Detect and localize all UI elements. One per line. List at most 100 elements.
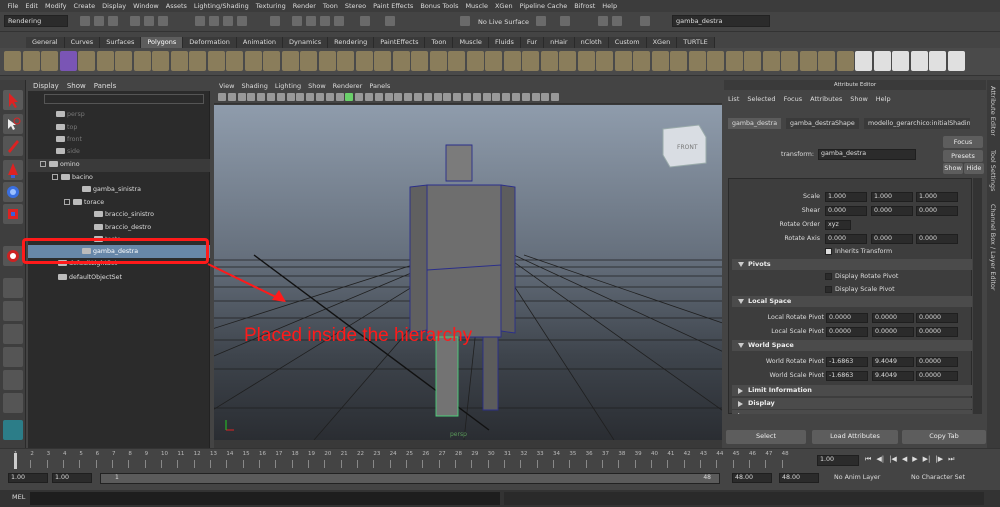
smooth-shade-icon[interactable] bbox=[355, 93, 364, 101]
ae-menu-focus[interactable]: Focus bbox=[784, 95, 803, 103]
ae-menu-list[interactable]: List bbox=[728, 95, 739, 103]
outliner-item-persp[interactable]: persp bbox=[56, 108, 85, 121]
ae-scrollbar[interactable] bbox=[973, 178, 982, 414]
hypershade-icon[interactable] bbox=[334, 16, 344, 26]
combine-icon[interactable] bbox=[226, 51, 243, 71]
anti-aliasing-icon[interactable] bbox=[414, 93, 422, 101]
frame-selected-icon[interactable] bbox=[502, 93, 511, 101]
extrude-icon[interactable] bbox=[466, 51, 484, 71]
safe-action-icon[interactable] bbox=[306, 93, 315, 101]
image-plane-icon[interactable] bbox=[247, 93, 256, 101]
outliner-item-side[interactable]: side bbox=[56, 145, 80, 158]
select-tool-icon[interactable] bbox=[3, 90, 23, 110]
menu-help[interactable]: Help bbox=[599, 2, 621, 10]
soccer-ball-icon[interactable] bbox=[189, 51, 206, 71]
automatic-mapping-icon[interactable] bbox=[725, 51, 743, 71]
display-scale-pivot-checkbox[interactable] bbox=[825, 286, 832, 293]
menu-pipeline-cache[interactable]: Pipeline Cache bbox=[516, 2, 571, 10]
menu-bonus-tools[interactable]: Bonus Tools bbox=[417, 2, 462, 10]
playback-start-field[interactable]: 1.00 bbox=[52, 473, 92, 483]
bridge-icon[interactable] bbox=[485, 51, 502, 71]
motion-blur-icon[interactable] bbox=[404, 93, 413, 101]
shelf-tab-fur[interactable]: Fur bbox=[520, 37, 545, 48]
world-rotate-pivot-z[interactable]: 0.0000 bbox=[916, 357, 958, 367]
poke-icon[interactable] bbox=[651, 51, 669, 71]
shelf-tab-general[interactable]: General bbox=[26, 37, 65, 48]
shelf-tab-deformation[interactable]: Deformation bbox=[183, 37, 237, 48]
camera-attr-icon[interactable] bbox=[227, 93, 236, 101]
safe-title-icon[interactable] bbox=[316, 93, 324, 101]
ae-menu-help[interactable]: Help bbox=[876, 95, 891, 103]
pyramid-icon[interactable] bbox=[133, 51, 151, 71]
platonic-icon[interactable] bbox=[207, 51, 225, 71]
helix-icon[interactable] bbox=[170, 51, 188, 71]
transform-name-field[interactable]: gamba_destra bbox=[818, 149, 916, 160]
smooth-icon[interactable] bbox=[337, 51, 354, 71]
rotate-tool-icon[interactable] bbox=[3, 182, 23, 202]
boolean-intersection-icon[interactable] bbox=[318, 51, 336, 71]
depth-of-field-icon[interactable] bbox=[423, 93, 432, 101]
snap-plane-icon[interactable] bbox=[237, 16, 247, 26]
ae-tab-initial-shading[interactable]: modello_gerarchico:initialShading bbox=[864, 118, 970, 129]
chamfer-icon[interactable] bbox=[633, 51, 650, 71]
magnet-icon[interactable] bbox=[385, 16, 395, 26]
cone-icon[interactable] bbox=[59, 51, 77, 71]
menu-stereo[interactable]: Stereo bbox=[341, 2, 369, 10]
planar-mapping-icon[interactable] bbox=[781, 51, 798, 71]
hypershade-layout-icon[interactable] bbox=[3, 370, 23, 390]
resolution-gate-icon[interactable] bbox=[276, 93, 285, 101]
local-scale-pivot-x[interactable]: 0.0000 bbox=[826, 327, 868, 337]
persp-outliner-icon[interactable] bbox=[3, 324, 23, 344]
mel-input[interactable] bbox=[30, 492, 500, 505]
range-slider[interactable]: 1 48 bbox=[100, 473, 720, 484]
menu-toon[interactable]: Toon bbox=[319, 2, 341, 10]
wireframe-icon[interactable] bbox=[345, 93, 354, 101]
hide-button[interactable]: Hide bbox=[964, 163, 984, 174]
bookmark-icon[interactable] bbox=[237, 93, 246, 101]
anim-layer-label[interactable]: No Anim Layer bbox=[834, 474, 880, 481]
scale-tool-icon[interactable] bbox=[3, 204, 23, 224]
start-time-field[interactable]: 1.00 bbox=[8, 473, 48, 483]
menu-window[interactable]: Window bbox=[130, 2, 163, 10]
local-scale-pivot-z[interactable]: 0.0000 bbox=[916, 327, 958, 337]
menu-render[interactable]: Render bbox=[289, 2, 319, 10]
menu-xgen[interactable]: XGen bbox=[491, 2, 516, 10]
section-pivots[interactable]: Pivots bbox=[732, 259, 972, 270]
field-chart-icon[interactable] bbox=[296, 93, 305, 101]
local-scale-pivot-y[interactable]: 0.0000 bbox=[872, 327, 914, 337]
section-limit-information[interactable]: Limit Information bbox=[732, 385, 972, 396]
shelf-tab-xgen[interactable]: XGen bbox=[646, 37, 678, 48]
snap-point-icon[interactable] bbox=[223, 16, 233, 26]
inherits-transform-checkbox[interactable] bbox=[825, 248, 832, 255]
side-tab-attribute-editor[interactable]: Attribute Editor bbox=[989, 86, 997, 136]
scale-x-field[interactable]: 1.000 bbox=[825, 192, 867, 202]
menu-create[interactable]: Create bbox=[70, 2, 99, 10]
shelf-tab-toon[interactable]: Toon bbox=[425, 37, 454, 48]
spherical-mapping-icon[interactable] bbox=[762, 51, 780, 71]
go-to-start-icon[interactable]: ⏮ bbox=[865, 455, 871, 464]
paint-select-icon[interactable] bbox=[3, 136, 23, 156]
normals-icon[interactable] bbox=[799, 51, 817, 71]
torus-icon[interactable] bbox=[96, 51, 114, 71]
scale-y-field[interactable]: 1.000 bbox=[871, 192, 913, 202]
film-gate-icon[interactable] bbox=[267, 93, 275, 101]
append-icon[interactable] bbox=[503, 51, 521, 71]
viewport-menu-panels[interactable]: Panels bbox=[369, 82, 390, 90]
single-view-icon[interactable] bbox=[3, 278, 23, 298]
outliner-menu-panels[interactable]: Panels bbox=[94, 82, 117, 90]
default-material-icon[interactable] bbox=[463, 93, 471, 101]
play-forward-icon[interactable]: ▶ bbox=[912, 455, 917, 464]
transform-constraint-icon[interactable] bbox=[598, 16, 608, 26]
mirror-icon[interactable] bbox=[374, 51, 391, 71]
reduce-icon[interactable] bbox=[355, 51, 373, 71]
checker-b-icon[interactable] bbox=[892, 51, 909, 71]
play-backward-icon[interactable]: ◀ bbox=[902, 455, 907, 464]
local-rotate-pivot-z[interactable]: 0.0000 bbox=[916, 313, 958, 323]
menu-bifrost[interactable]: Bifrost bbox=[571, 2, 599, 10]
shelf-tab-polygons[interactable]: Polygons bbox=[141, 37, 184, 48]
load-attributes-button[interactable]: Load Attributes bbox=[812, 430, 898, 444]
snap-curve-icon[interactable] bbox=[209, 16, 219, 26]
world-rotate-pivot-y[interactable]: 9.4049 bbox=[872, 357, 914, 367]
step-back-key-icon[interactable]: ◀| bbox=[876, 455, 884, 464]
extract-icon[interactable] bbox=[263, 51, 280, 71]
